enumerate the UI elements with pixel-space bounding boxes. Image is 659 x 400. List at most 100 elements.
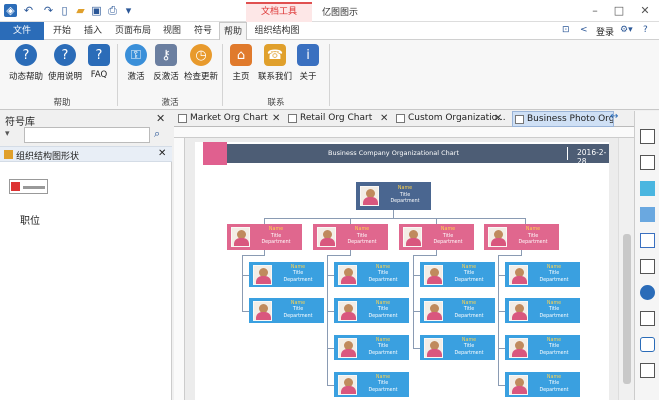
vertical-scrollbar[interactable]	[618, 138, 634, 400]
shape-photo-mark	[11, 182, 20, 191]
slideshow-icon[interactable]	[640, 363, 655, 378]
org-box-manager-1[interactable]: Name Title Department	[227, 224, 302, 250]
connector-line	[242, 311, 249, 312]
maximize-button[interactable]: □	[610, 3, 628, 19]
tab-view[interactable]: 视图	[158, 22, 186, 40]
org-box-manager-2[interactable]: Name Title Department	[313, 224, 388, 250]
photo-body	[363, 197, 378, 205]
share-link-icon[interactable]: <	[580, 25, 588, 35]
about-button[interactable]: i 关于	[290, 44, 326, 82]
library-menu-icon[interactable]: ▾	[5, 129, 10, 139]
attachment-icon[interactable]	[640, 311, 655, 326]
user-guide-button[interactable]: ? 使用说明	[47, 44, 83, 82]
undo-icon[interactable]: ↶	[22, 4, 35, 17]
close-tab-icon[interactable]: ✕	[494, 111, 502, 126]
doc-tab-business-photo-org[interactable]: Business Photo Org...	[512, 111, 614, 127]
org-box-root[interactable]: Name Title Department	[356, 182, 431, 210]
org-box-staff-1-2[interactable]: Name Title Department	[249, 298, 324, 323]
connector-line	[413, 348, 420, 349]
tab-insert[interactable]: 插入	[79, 22, 107, 40]
library-close-icon[interactable]: ✕	[156, 112, 165, 125]
org-box-staff-2-3[interactable]: Name Title Department	[334, 335, 409, 360]
right-toolbar	[634, 111, 659, 400]
tab-scroll-arrows[interactable]: ↔	[610, 111, 618, 122]
tab-symbol[interactable]: 符号	[189, 22, 217, 40]
save-icon[interactable]: ▣	[90, 4, 103, 17]
check-update-button[interactable]: ◷ 检查更新	[183, 44, 219, 82]
photo-body	[256, 275, 271, 284]
person-photo	[253, 264, 272, 285]
banner-date: 2016-2-28	[577, 148, 607, 166]
doc-tab-retail-org-chart[interactable]: Retail Org Chart ✕	[286, 111, 392, 127]
org-box-staff-2-4[interactable]: Name Title Department	[334, 372, 409, 397]
globe-icon[interactable]	[640, 285, 655, 300]
scrollbar-thumb[interactable]	[623, 234, 631, 384]
customize-icon[interactable]: ▾	[122, 4, 135, 17]
org-chart-icon	[396, 114, 405, 123]
close-tab-icon[interactable]: ✕	[380, 111, 388, 126]
context-tab-document-tools: 文档工具	[246, 2, 312, 22]
tab-help[interactable]: 帮助	[219, 22, 247, 41]
comment-icon[interactable]	[640, 337, 655, 352]
format-painter-icon[interactable]	[640, 129, 655, 144]
person-photo	[317, 227, 336, 247]
org-box-staff-3-3[interactable]: Name Title Department	[420, 335, 495, 360]
redo-icon[interactable]: ↷	[42, 4, 55, 17]
category-header[interactable]: 组织结构图形状 ✕	[0, 146, 172, 162]
dynamic-help-button[interactable]: ? 动态帮助	[8, 44, 44, 82]
doc-tab-market-org-chart[interactable]: Market Org Chart ✕	[176, 111, 284, 127]
person-photo	[509, 300, 528, 321]
tab-org-chart[interactable]: 组织结构图	[250, 22, 304, 40]
person-photo	[360, 186, 379, 206]
tab-page-layout[interactable]: 页面布局	[111, 22, 155, 40]
org-box-staff-4-4[interactable]: Name Title Department	[505, 372, 580, 397]
edit-pen-icon[interactable]	[640, 155, 655, 170]
vertical-ruler	[174, 138, 185, 400]
org-box-staff-2-2[interactable]: Name Title Department	[334, 298, 409, 323]
close-button[interactable]: ✕	[636, 3, 654, 19]
close-tab-icon[interactable]: ✕	[272, 111, 280, 126]
org-box-staff-2-1[interactable]: Name Title Department	[334, 262, 409, 287]
open-folder-icon[interactable]: ▰	[74, 4, 87, 17]
box-text: Name Title Department	[250, 227, 302, 247]
print-icon[interactable]: ⎙	[106, 4, 119, 17]
org-box-staff-3-2[interactable]: Name Title Department	[420, 298, 495, 323]
settings-gear-icon[interactable]: ⚙▾	[620, 25, 633, 35]
connector-line	[242, 255, 243, 311]
faq-bubble-icon: ?	[88, 44, 110, 66]
drawing-page[interactable]: Business Company Organizational Chart 20…	[195, 142, 609, 400]
org-box-staff-4-3[interactable]: Name Title Department	[505, 335, 580, 360]
category-label: 组织结构图形状	[16, 152, 80, 162]
faq-button[interactable]: ? FAQ	[81, 44, 117, 80]
category-close-icon[interactable]: ✕	[158, 148, 166, 159]
tab-file[interactable]: 文件	[0, 22, 44, 40]
help-question-icon[interactable]: ?	[643, 25, 648, 35]
share-icon[interactable]: ⊡	[562, 25, 570, 35]
chart-banner[interactable]: Business Company Organizational Chart 20…	[203, 142, 609, 166]
org-box-staff-1-1[interactable]: Name Title Department	[249, 262, 324, 287]
new-file-icon[interactable]: ▯	[58, 4, 71, 17]
contact-us-button[interactable]: ☎ 联系我们	[257, 44, 293, 82]
org-box-staff-3-1[interactable]: Name Title Department	[420, 262, 495, 287]
box-text: Name Title Department	[443, 301, 495, 321]
org-box-manager-3[interactable]: Name Title Department	[399, 224, 474, 250]
shape-text-mark	[23, 186, 45, 189]
org-box-staff-4-2[interactable]: Name Title Department	[505, 298, 580, 323]
layers-icon[interactable]	[640, 233, 655, 248]
position-shape-thumbnail[interactable]	[9, 179, 48, 194]
drawing-canvas[interactable]: Business Company Organizational Chart 20…	[185, 138, 618, 400]
login-link[interactable]: 登录	[596, 25, 614, 38]
search-icon[interactable]: ⌕	[154, 127, 160, 141]
homepage-button[interactable]: ⌂ 主页	[223, 44, 259, 82]
org-box-staff-4-1[interactable]: Name Title Department	[505, 262, 580, 287]
image-icon[interactable]	[640, 207, 655, 222]
org-box-manager-4[interactable]: Name Title Department	[484, 224, 559, 250]
deactivate-button[interactable]: ⚷ 反激活	[148, 44, 184, 82]
fill-color-icon[interactable]	[640, 181, 655, 196]
app-icon[interactable]: ◈	[4, 4, 17, 17]
minimize-button[interactable]: –	[586, 3, 604, 19]
tab-start[interactable]: 开始	[48, 22, 76, 40]
page-list-icon[interactable]	[640, 259, 655, 274]
library-search-input[interactable]	[24, 127, 150, 143]
doc-tab-custom-organization[interactable]: Custom Organizatio... ✕	[394, 111, 506, 127]
